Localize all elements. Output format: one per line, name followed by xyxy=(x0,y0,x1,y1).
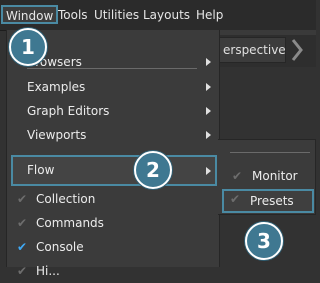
menu-window[interactable]: Window xyxy=(1,5,59,24)
submenu-item-presets[interactable]: ✔ Presets xyxy=(222,189,314,213)
callout-1: 1 xyxy=(9,28,47,66)
menu-item-label: Viewports xyxy=(27,128,87,142)
menu-item-collection[interactable]: ✔ Collection xyxy=(7,187,219,211)
menu-item-commands[interactable]: ✔ Commands xyxy=(7,211,219,235)
callout-3: 3 xyxy=(245,222,283,260)
menu-help[interactable]: Help xyxy=(196,8,223,23)
menu-item-partial[interactable]: ✔ Hi... xyxy=(7,259,219,283)
menu-layouts[interactable]: Layouts xyxy=(143,8,190,23)
chevron-right-icon xyxy=(206,107,211,115)
menu-item-console[interactable]: ✔ Console xyxy=(7,235,219,259)
perspective-tab[interactable]: erspective xyxy=(218,37,286,63)
chevron-right-icon xyxy=(206,167,211,175)
menu-item-label: Collection xyxy=(36,192,96,206)
submenu-item-label: Monitor xyxy=(252,169,298,183)
menu-tools[interactable]: Tools xyxy=(58,8,88,23)
check-icon: ✔ xyxy=(232,169,243,183)
menubar: Window Tools Utilities Layouts Help xyxy=(0,0,316,31)
check-icon: ✔ xyxy=(230,192,241,206)
chevron-right-icon[interactable] xyxy=(290,38,304,62)
menu-item-label: Examples xyxy=(27,80,86,94)
menu-item-label: Flow xyxy=(27,163,55,177)
menu-item-label: Console xyxy=(36,240,84,254)
submenu-item-monitor[interactable]: ✔ Monitor xyxy=(222,165,314,187)
chevron-right-icon xyxy=(206,131,211,139)
menu-item-label: Hi... xyxy=(36,264,60,278)
menu-utilities[interactable]: Utilities xyxy=(94,8,139,23)
chevron-right-icon xyxy=(206,58,211,66)
menu-item-label: Graph Editors xyxy=(27,104,110,118)
menu-item-flow[interactable]: Flow xyxy=(11,155,217,186)
menu-item-viewports[interactable]: Viewports xyxy=(7,123,219,147)
check-icon: ✔ xyxy=(17,240,28,254)
check-icon: ✔ xyxy=(17,216,28,230)
menu-item-label: Commands xyxy=(36,216,104,230)
check-icon: ✔ xyxy=(17,264,28,278)
submenu-item-label: Presets xyxy=(250,194,294,208)
callout-2: 2 xyxy=(134,151,172,189)
menu-item-examples[interactable]: Examples xyxy=(7,75,219,99)
check-icon: ✔ xyxy=(17,192,28,206)
chevron-right-icon xyxy=(206,83,211,91)
menu-item-graph-editors[interactable]: Graph Editors xyxy=(7,99,219,123)
window-menu: Browsers Examples Graph Editors Viewport… xyxy=(6,30,220,278)
menu-separator xyxy=(230,152,310,153)
